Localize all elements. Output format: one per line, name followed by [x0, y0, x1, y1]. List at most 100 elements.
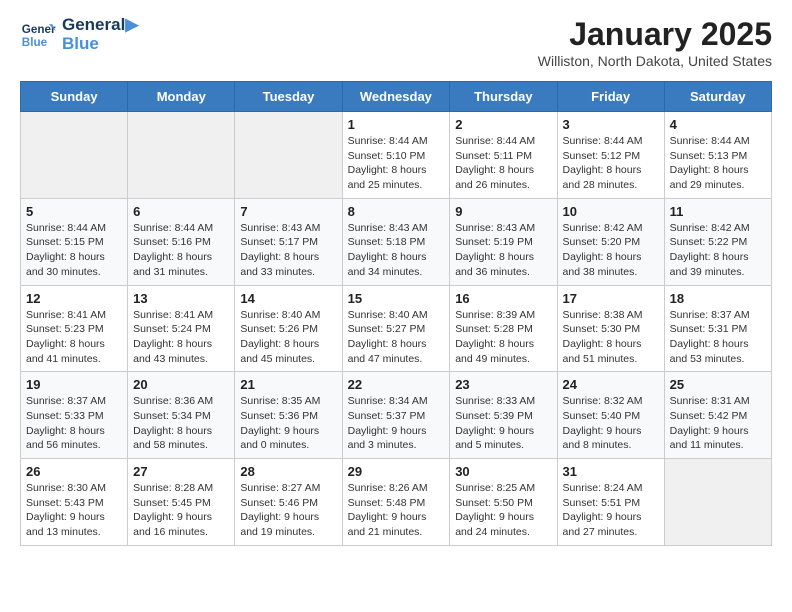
- day-number: 6: [133, 204, 229, 219]
- calendar-cell: 10 Sunrise: 8:42 AM Sunset: 5:20 PM Dayli…: [557, 198, 664, 285]
- page-container: General Blue General▶ Blue January 2025 …: [0, 0, 792, 558]
- day-number: 1: [348, 117, 445, 132]
- calendar-cell: 25 Sunrise: 8:31 AM Sunset: 5:42 PM Dayli…: [664, 372, 771, 459]
- day-info: Sunrise: 8:24 AM Sunset: 5:51 PM Dayligh…: [563, 481, 659, 540]
- day-number: 12: [26, 291, 122, 306]
- day-number: 5: [26, 204, 122, 219]
- day-info: Sunrise: 8:32 AM Sunset: 5:40 PM Dayligh…: [563, 394, 659, 453]
- day-info: Sunrise: 8:43 AM Sunset: 5:17 PM Dayligh…: [240, 221, 336, 280]
- calendar-cell: [664, 459, 771, 546]
- day-info: Sunrise: 8:44 AM Sunset: 5:10 PM Dayligh…: [348, 134, 445, 193]
- day-number: 23: [455, 377, 551, 392]
- weekday-header-tuesday: Tuesday: [235, 82, 342, 112]
- day-number: 10: [563, 204, 659, 219]
- day-number: 8: [348, 204, 445, 219]
- day-info: Sunrise: 8:43 AM Sunset: 5:19 PM Dayligh…: [455, 221, 551, 280]
- calendar-cell: 17 Sunrise: 8:38 AM Sunset: 5:30 PM Dayli…: [557, 285, 664, 372]
- calendar-table: SundayMondayTuesdayWednesdayThursdayFrid…: [20, 81, 772, 546]
- day-number: 13: [133, 291, 229, 306]
- day-info: Sunrise: 8:31 AM Sunset: 5:42 PM Dayligh…: [670, 394, 766, 453]
- day-number: 11: [670, 204, 766, 219]
- day-info: Sunrise: 8:37 AM Sunset: 5:31 PM Dayligh…: [670, 308, 766, 367]
- day-number: 15: [348, 291, 445, 306]
- day-number: 25: [670, 377, 766, 392]
- day-number: 7: [240, 204, 336, 219]
- day-info: Sunrise: 8:44 AM Sunset: 5:13 PM Dayligh…: [670, 134, 766, 193]
- calendar-cell: 18Sunrise: 8:37 AM Sunset: 5:31 PM Dayli…: [664, 285, 771, 372]
- svg-text:Blue: Blue: [22, 35, 48, 48]
- day-info: Sunrise: 8:42 AM Sunset: 5:20 PM Dayligh…: [563, 221, 659, 280]
- day-info: Sunrise: 8:43 AM Sunset: 5:18 PM Dayligh…: [348, 221, 445, 280]
- weekday-header-saturday: Saturday: [664, 82, 771, 112]
- day-info: Sunrise: 8:44 AM Sunset: 5:11 PM Dayligh…: [455, 134, 551, 193]
- day-info: Sunrise: 8:36 AM Sunset: 5:34 PM Dayligh…: [133, 394, 229, 453]
- day-number: 3: [563, 117, 659, 132]
- day-info: Sunrise: 8:44 AM Sunset: 5:12 PM Dayligh…: [563, 134, 659, 193]
- day-number: 17: [563, 291, 659, 306]
- location: Williston, North Dakota, United States: [538, 53, 772, 69]
- calendar-cell: 23 Sunrise: 8:33 AM Sunset: 5:39 PM Dayli…: [450, 372, 557, 459]
- day-number: 26: [26, 464, 122, 479]
- day-number: 19: [26, 377, 122, 392]
- logo-icon: General Blue: [20, 17, 56, 53]
- logo-blue: Blue: [62, 35, 138, 54]
- day-info: Sunrise: 8:33 AM Sunset: 5:39 PM Dayligh…: [455, 394, 551, 453]
- calendar-cell: 12 Sunrise: 8:41 AM Sunset: 5:23 PM Dayli…: [21, 285, 128, 372]
- day-info: Sunrise: 8:30 AM Sunset: 5:43 PM Dayligh…: [26, 481, 122, 540]
- calendar-cell: 7 Sunrise: 8:43 AM Sunset: 5:17 PM Daylig…: [235, 198, 342, 285]
- week-row-1: 1 Sunrise: 8:44 AM Sunset: 5:10 PM Daylig…: [21, 112, 772, 199]
- month-title: January 2025: [538, 16, 772, 53]
- calendar-cell: 5 Sunrise: 8:44 AM Sunset: 5:15 PM Daylig…: [21, 198, 128, 285]
- calendar-cell: 19 Sunrise: 8:37 AM Sunset: 5:33 PM Dayli…: [21, 372, 128, 459]
- logo: General Blue General▶ Blue: [20, 16, 138, 53]
- day-number: 31: [563, 464, 659, 479]
- day-number: 29: [348, 464, 445, 479]
- title-block: January 2025 Williston, North Dakota, Un…: [538, 16, 772, 69]
- day-number: 14: [240, 291, 336, 306]
- day-info: Sunrise: 8:25 AM Sunset: 5:50 PM Dayligh…: [455, 481, 551, 540]
- day-number: 2: [455, 117, 551, 132]
- calendar-cell: 13 Sunrise: 8:41 AM Sunset: 5:24 PM Dayli…: [128, 285, 235, 372]
- day-info: Sunrise: 8:41 AM Sunset: 5:23 PM Dayligh…: [26, 308, 122, 367]
- day-number: 24: [563, 377, 659, 392]
- day-info: Sunrise: 8:38 AM Sunset: 5:30 PM Dayligh…: [563, 308, 659, 367]
- page-header: General Blue General▶ Blue January 2025 …: [20, 16, 772, 69]
- day-number: 9: [455, 204, 551, 219]
- day-info: Sunrise: 8:42 AM Sunset: 5:22 PM Dayligh…: [670, 221, 766, 280]
- calendar-cell: 6Sunrise: 8:44 AM Sunset: 5:16 PM Daylig…: [128, 198, 235, 285]
- day-number: 27: [133, 464, 229, 479]
- weekday-header-thursday: Thursday: [450, 82, 557, 112]
- day-info: Sunrise: 8:41 AM Sunset: 5:24 PM Dayligh…: [133, 308, 229, 367]
- weekday-header-row: SundayMondayTuesdayWednesdayThursdayFrid…: [21, 82, 772, 112]
- calendar-cell: 22Sunrise: 8:34 AM Sunset: 5:37 PM Dayli…: [342, 372, 450, 459]
- calendar-cell: 30 Sunrise: 8:25 AM Sunset: 5:50 PM Dayli…: [450, 459, 557, 546]
- calendar-cell: 15Sunrise: 8:40 AM Sunset: 5:27 PM Dayli…: [342, 285, 450, 372]
- weekday-header-friday: Friday: [557, 82, 664, 112]
- calendar-cell: 3 Sunrise: 8:44 AM Sunset: 5:12 PM Daylig…: [557, 112, 664, 199]
- calendar-cell: 4 Sunrise: 8:44 AM Sunset: 5:13 PM Daylig…: [664, 112, 771, 199]
- day-number: 21: [240, 377, 336, 392]
- week-row-4: 19 Sunrise: 8:37 AM Sunset: 5:33 PM Dayli…: [21, 372, 772, 459]
- calendar-cell: 27Sunrise: 8:28 AM Sunset: 5:45 PM Dayli…: [128, 459, 235, 546]
- day-number: 4: [670, 117, 766, 132]
- week-row-3: 12 Sunrise: 8:41 AM Sunset: 5:23 PM Dayli…: [21, 285, 772, 372]
- calendar-cell: 29 Sunrise: 8:26 AM Sunset: 5:48 PM Dayli…: [342, 459, 450, 546]
- calendar-cell: 1 Sunrise: 8:44 AM Sunset: 5:10 PM Daylig…: [342, 112, 450, 199]
- day-info: Sunrise: 8:39 AM Sunset: 5:28 PM Dayligh…: [455, 308, 551, 367]
- calendar-cell: 8 Sunrise: 8:43 AM Sunset: 5:18 PM Daylig…: [342, 198, 450, 285]
- day-info: Sunrise: 8:35 AM Sunset: 5:36 PM Dayligh…: [240, 394, 336, 453]
- calendar-cell: 24 Sunrise: 8:32 AM Sunset: 5:40 PM Dayli…: [557, 372, 664, 459]
- day-number: 16: [455, 291, 551, 306]
- day-number: 22: [348, 377, 445, 392]
- day-number: 28: [240, 464, 336, 479]
- day-info: Sunrise: 8:37 AM Sunset: 5:33 PM Dayligh…: [26, 394, 122, 453]
- day-number: 30: [455, 464, 551, 479]
- day-info: Sunrise: 8:26 AM Sunset: 5:48 PM Dayligh…: [348, 481, 445, 540]
- day-number: 20: [133, 377, 229, 392]
- day-info: Sunrise: 8:44 AM Sunset: 5:15 PM Dayligh…: [26, 221, 122, 280]
- calendar-cell: 28 Sunrise: 8:27 AM Sunset: 5:46 PM Dayli…: [235, 459, 342, 546]
- calendar-cell: [128, 112, 235, 199]
- weekday-header-monday: Monday: [128, 82, 235, 112]
- calendar-cell: 2 Sunrise: 8:44 AM Sunset: 5:11 PM Daylig…: [450, 112, 557, 199]
- day-info: Sunrise: 8:27 AM Sunset: 5:46 PM Dayligh…: [240, 481, 336, 540]
